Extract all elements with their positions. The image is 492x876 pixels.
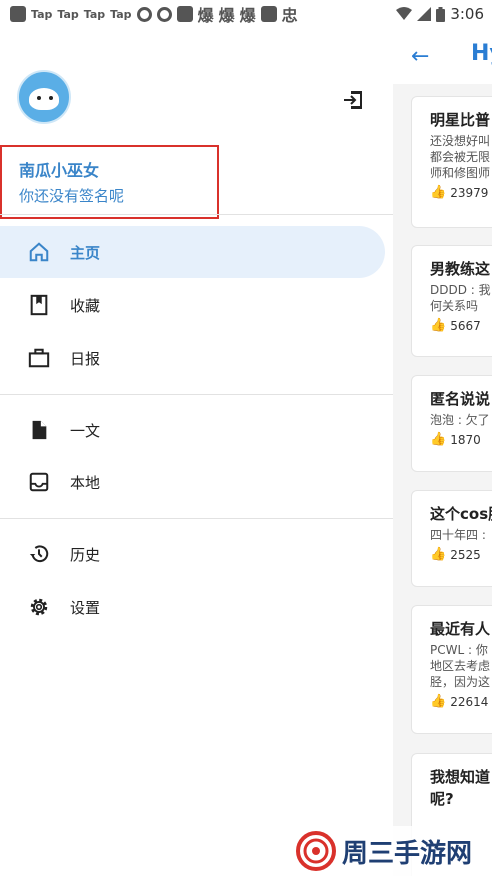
- card-likes: 👍 5667: [430, 318, 492, 333]
- gear-icon: [30, 598, 48, 616]
- nav-item-favorites[interactable]: 收藏: [0, 279, 385, 331]
- notification-char: 爆: [197, 6, 214, 25]
- feed-card[interactable]: 男教练这 DDDD : 我 何关系吗 👍 5667: [411, 245, 492, 357]
- app-title: Hy: [471, 41, 492, 66]
- nav-item-home[interactable]: 主页: [0, 226, 385, 278]
- like-count: 2525: [450, 547, 481, 562]
- avatar-eye: [49, 96, 53, 100]
- watermark-text: 周三手游网: [342, 838, 473, 869]
- feed-card[interactable]: 匿名说说 泡泡 : 欠了 👍 1870: [411, 375, 492, 472]
- nav-label: 设置: [70, 598, 101, 617]
- card-excerpt: PCWL : 你 地区去考虑 胫，因为这: [430, 643, 491, 689]
- file-icon: [32, 420, 47, 440]
- card-title: 男教练这: [430, 260, 491, 278]
- wifi-icon: [396, 7, 413, 20]
- app-notification-icon: [260, 6, 277, 22]
- signal-icon: [417, 7, 432, 21]
- main-content: ← Hy 明星比普 还没想好叫 都会被无限 师和修图师 👍 23979 男教练这…: [393, 28, 492, 876]
- watermark: 周三手游网: [296, 826, 492, 876]
- thumbs-up-icon: 👍: [430, 694, 447, 709]
- inbox-icon: [29, 472, 49, 492]
- card-title: 这个cos服: [430, 505, 492, 523]
- notification-char: 爆: [239, 6, 256, 25]
- feed-card[interactable]: 最近有人 PCWL : 你 地区去考虑 胫，因为这 👍 22614: [411, 605, 492, 734]
- taptap-notification-icon: Tap: [57, 7, 79, 21]
- card-title: 明星比普: [430, 111, 491, 129]
- card-title: 匿名说说: [430, 390, 491, 408]
- feed-card[interactable]: 明星比普 还没想好叫 都会被无限 师和修图师 👍 23979: [411, 96, 492, 228]
- card-excerpt: 泡泡 : 欠了: [430, 413, 490, 427]
- divider: [0, 214, 393, 215]
- divider: [0, 394, 393, 395]
- like-count: 23979: [450, 185, 489, 200]
- card-likes: 👍 1870: [430, 432, 492, 447]
- nav-item-local[interactable]: 本地: [0, 456, 385, 508]
- watermark-logo-icon: [296, 831, 336, 871]
- nav-label: 主页: [70, 243, 101, 262]
- notification-char: 爆: [218, 6, 235, 25]
- app-notification-icon: [176, 6, 193, 22]
- taptap-notification-icon: Tap: [31, 7, 53, 21]
- thumbs-up-icon: 👍: [430, 185, 447, 200]
- nav-label: 一文: [70, 421, 101, 440]
- app-bar: ← Hy: [393, 28, 492, 84]
- sync-notification-icon: [156, 6, 172, 22]
- card-excerpt: 四十年四 :: [430, 528, 486, 542]
- nav-label: 日报: [70, 349, 101, 368]
- like-count: 1870: [450, 432, 481, 447]
- sync-notification-icon: [136, 6, 152, 22]
- avatar-face: [29, 88, 59, 110]
- battery-icon: [436, 6, 446, 22]
- profile-signature: 你还没有签名呢: [19, 187, 125, 205]
- thumbs-up-icon: 👍: [430, 432, 447, 447]
- nav-label: 历史: [70, 545, 101, 564]
- nav-item-history[interactable]: 历史: [0, 528, 385, 580]
- bookmark-icon: [30, 294, 48, 316]
- notification-char: 忠: [281, 6, 298, 25]
- avatar[interactable]: [17, 70, 71, 124]
- card-likes: 👍 22614: [430, 694, 492, 709]
- card-title: 我想知道 呢?: [430, 768, 491, 808]
- notification-icons: Tap Tap Tap Tap 爆 爆 爆 忠: [10, 2, 298, 26]
- system-icons: 3:06: [396, 5, 484, 23]
- briefcase-icon: [28, 348, 50, 368]
- nav-label: 收藏: [70, 296, 101, 315]
- profile-name: 南瓜小巫女: [19, 161, 100, 180]
- thumbs-up-icon: 👍: [430, 547, 447, 562]
- thumbs-up-icon: 👍: [430, 318, 447, 333]
- taptap-notification-icon: Tap: [83, 7, 106, 21]
- divider: [0, 518, 393, 519]
- feed-card[interactable]: 这个cos服 四十年四 : 👍 2525: [411, 490, 492, 587]
- taptap-notification-icon: Tap: [110, 7, 132, 21]
- status-bar: Tap Tap Tap Tap 爆 爆 爆 忠 3:06: [0, 0, 492, 28]
- avatar-eye: [37, 96, 41, 100]
- nav-label: 本地: [70, 473, 101, 492]
- profile-highlight[interactable]: 南瓜小巫女 你还没有签名呢: [0, 145, 219, 219]
- navigation-drawer: 南瓜小巫女 你还没有签名呢 主页 收藏 日报 一文 本地 历史 设置: [0, 28, 393, 876]
- card-title: 最近有人: [430, 620, 491, 638]
- clock: 3:06: [450, 5, 484, 23]
- nav-item-settings[interactable]: 设置: [0, 581, 385, 633]
- like-count: 5667: [450, 318, 481, 333]
- card-excerpt: 还没想好叫 都会被无限 师和修图师: [430, 134, 491, 180]
- home-icon: [29, 242, 49, 262]
- card-excerpt: DDDD : 我 何关系吗: [430, 283, 491, 313]
- card-likes: 👍 2525: [430, 547, 492, 562]
- history-icon: [29, 545, 49, 563]
- app-notification-icon: [10, 6, 26, 22]
- nav-item-daily[interactable]: 日报: [0, 332, 385, 384]
- back-arrow-icon[interactable]: ←: [411, 44, 429, 69]
- nav-item-article[interactable]: 一文: [0, 404, 385, 456]
- card-likes: 👍 23979: [430, 185, 492, 200]
- like-count: 22614: [450, 694, 489, 709]
- logout-icon[interactable]: [341, 88, 365, 112]
